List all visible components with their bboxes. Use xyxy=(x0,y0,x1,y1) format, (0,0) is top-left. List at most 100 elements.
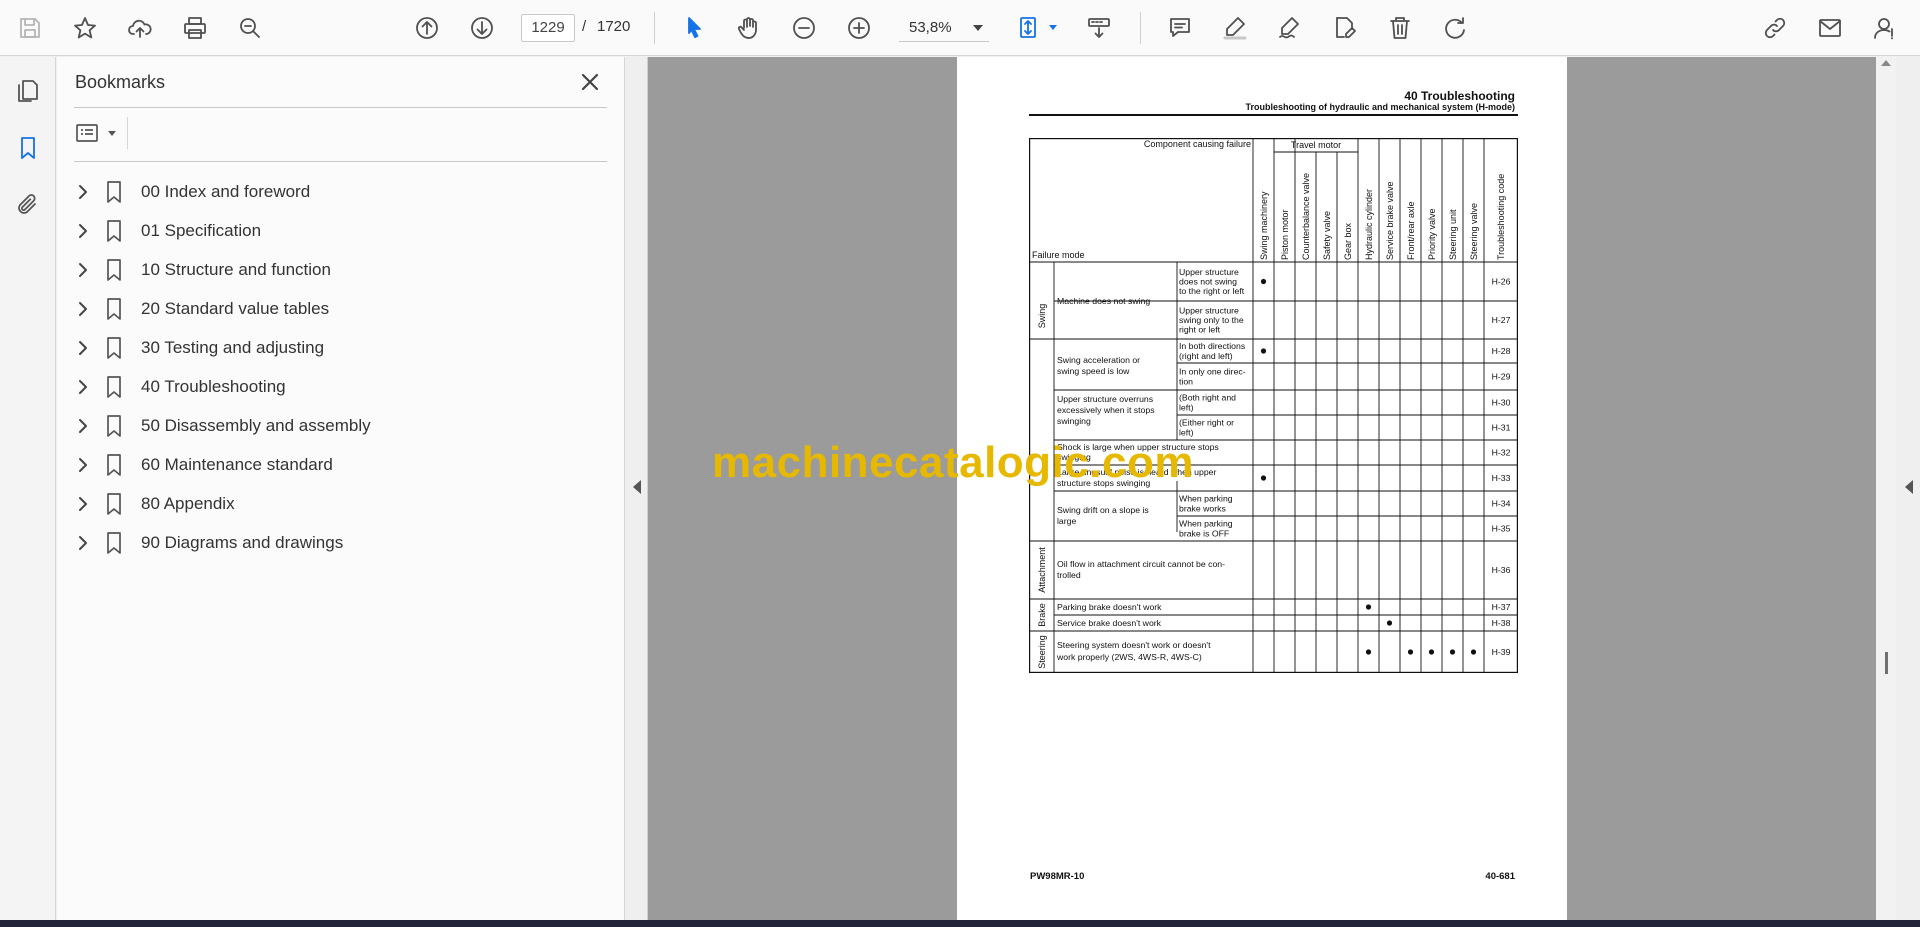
draw-sign-icon[interactable] xyxy=(1272,10,1308,46)
troubleshooting-code[interactable]: H-34 xyxy=(1492,499,1511,509)
save-icon[interactable] xyxy=(12,10,48,46)
highlight-pen-icon[interactable] xyxy=(1217,10,1253,46)
bookmarks-panel: Bookmarks 00 Index and foreword 01 Speci… xyxy=(57,57,625,920)
bookmark-label[interactable]: 30 Testing and adjusting xyxy=(141,338,324,358)
main-toolbar: 1229 / 1720 53,8% xyxy=(0,0,1920,56)
bookmark-label[interactable]: 50 Disassembly and assembly xyxy=(141,416,371,436)
bookmark-item[interactable]: 10 Structure and function xyxy=(69,250,609,289)
chevron-down-icon xyxy=(108,131,116,136)
failure-cause-dot xyxy=(1365,604,1372,610)
chevron-right-icon[interactable] xyxy=(73,260,93,280)
fit-page-icon[interactable] xyxy=(1011,10,1047,46)
zoom-level-value: 53,8% xyxy=(909,19,952,36)
redo-rotate-icon[interactable] xyxy=(1437,10,1473,46)
expand-right-pane-icon[interactable] xyxy=(1905,480,1913,494)
column-header: Gear box xyxy=(1343,222,1353,260)
zoom-out-icon[interactable] xyxy=(786,10,822,46)
failure-condition: When parking xyxy=(1179,519,1233,529)
column-header: Front/rear axle xyxy=(1406,201,1416,260)
chevron-right-icon[interactable] xyxy=(73,533,93,553)
comment-icon[interactable] xyxy=(1162,10,1198,46)
chevron-right-icon[interactable] xyxy=(73,494,93,514)
troubleshooting-code[interactable]: H-37 xyxy=(1492,602,1511,612)
bookmark-label[interactable]: 90 Diagrams and drawings xyxy=(141,533,343,553)
chevron-right-icon[interactable] xyxy=(73,416,93,436)
bookmark-label[interactable]: 20 Standard value tables xyxy=(141,299,329,319)
failure-condition: right or left xyxy=(1179,325,1221,335)
troubleshooting-code[interactable]: H-38 xyxy=(1492,618,1511,628)
troubleshooting-code[interactable]: H-35 xyxy=(1492,524,1511,534)
print-icon[interactable] xyxy=(177,10,213,46)
scrollbar-thumb[interactable] xyxy=(1885,652,1888,674)
chevron-down-icon[interactable] xyxy=(1049,25,1057,30)
scroll-up-icon[interactable] xyxy=(1881,60,1891,66)
chevron-right-icon[interactable] xyxy=(73,182,93,202)
troubleshooting-code[interactable]: H-27 xyxy=(1492,315,1511,325)
bookmark-label[interactable]: 10 Structure and function xyxy=(141,260,331,280)
troubleshooting-code[interactable]: H-29 xyxy=(1492,372,1511,382)
bookmark-item[interactable]: 50 Disassembly and assembly xyxy=(69,406,609,445)
delete-icon[interactable] xyxy=(1382,10,1418,46)
bookmark-item[interactable]: 20 Standard value tables xyxy=(69,289,609,328)
troubleshooting-code[interactable]: H-32 xyxy=(1492,448,1511,458)
troubleshooting-code[interactable]: H-36 xyxy=(1492,565,1511,575)
bookmark-item[interactable]: 90 Diagrams and drawings xyxy=(69,523,609,562)
upload-cloud-icon[interactable] xyxy=(122,10,158,46)
collapse-panel-left-icon[interactable] xyxy=(633,480,641,494)
bookmark-label[interactable]: 80 Appendix xyxy=(141,494,235,514)
corner-label-component: Component causing failure xyxy=(1144,139,1251,149)
bookmark-item[interactable]: 30 Testing and adjusting xyxy=(69,328,609,367)
previous-page-icon[interactable] xyxy=(409,10,445,46)
troubleshooting-code[interactable]: H-39 xyxy=(1492,647,1511,657)
bookmarks-icon[interactable] xyxy=(10,130,46,166)
bookmark-label[interactable]: 00 Index and foreword xyxy=(141,182,310,202)
next-page-icon[interactable] xyxy=(464,10,500,46)
troubleshooting-code[interactable]: H-26 xyxy=(1492,277,1511,287)
chevron-right-icon[interactable] xyxy=(73,299,93,319)
chevron-right-icon[interactable] xyxy=(73,338,93,358)
failure-mode: work properly (2WS, 4WS-R, 4WS-C) xyxy=(1056,652,1202,662)
share-link-icon[interactable] xyxy=(1757,10,1793,46)
bookmark-label[interactable]: 40 Troubleshooting xyxy=(141,377,286,397)
vertical-scrollbar[interactable] xyxy=(1876,57,1896,920)
zoom-in-icon[interactable] xyxy=(841,10,877,46)
failure-mode: Oil flow in attachment circuit cannot be… xyxy=(1057,559,1225,569)
find-zoom-icon[interactable] xyxy=(232,10,268,46)
scroll-mode-icon[interactable] xyxy=(1081,10,1117,46)
troubleshooting-code[interactable]: H-33 xyxy=(1492,473,1511,483)
bookmark-item[interactable]: 40 Troubleshooting xyxy=(69,367,609,406)
edit-document-icon[interactable] xyxy=(1327,10,1363,46)
chevron-right-icon[interactable] xyxy=(73,377,93,397)
chevron-right-icon[interactable] xyxy=(73,221,93,241)
bookmark-label[interactable]: 01 Specification xyxy=(141,221,261,241)
chevron-right-icon[interactable] xyxy=(73,455,93,475)
bookmark-item[interactable]: 80 Appendix xyxy=(69,484,609,523)
failure-mode: large xyxy=(1057,516,1076,526)
bookmark-options-button[interactable] xyxy=(74,117,122,149)
bookmark-icon xyxy=(103,531,125,555)
bookmark-item[interactable]: 01 Specification xyxy=(69,211,609,250)
taskbar-edge xyxy=(0,920,1920,927)
zoom-level-dropdown[interactable]: 53,8% xyxy=(899,14,989,42)
page-thumbnails-icon[interactable] xyxy=(10,73,46,109)
select-cursor-icon[interactable] xyxy=(676,10,712,46)
attachments-icon[interactable] xyxy=(10,187,46,223)
troubleshooting-code[interactable]: H-30 xyxy=(1492,398,1511,408)
page-number-input[interactable]: 1229 xyxy=(521,14,575,42)
account-icon[interactable] xyxy=(1867,10,1903,46)
failure-mode: swinging xyxy=(1057,416,1091,426)
category-label: Attachment xyxy=(1037,547,1047,593)
failure-condition: (Either right or xyxy=(1179,418,1234,428)
bookmark-item[interactable]: 00 Index and foreword xyxy=(69,172,609,211)
bookmark-item[interactable]: 60 Maintenance standard xyxy=(69,445,609,484)
email-icon[interactable] xyxy=(1812,10,1848,46)
troubleshooting-code[interactable]: H-28 xyxy=(1492,346,1511,356)
star-icon[interactable] xyxy=(67,10,103,46)
hand-tool-icon[interactable] xyxy=(731,10,767,46)
close-icon[interactable] xyxy=(577,69,603,95)
failure-mode: trolled xyxy=(1057,570,1081,580)
bookmark-label[interactable]: 60 Maintenance standard xyxy=(141,455,333,475)
column-header: Troubleshooting code xyxy=(1496,174,1506,260)
pdf-page: 40 Troubleshooting Troubleshooting of hy… xyxy=(957,57,1567,920)
troubleshooting-code[interactable]: H-31 xyxy=(1492,423,1511,433)
